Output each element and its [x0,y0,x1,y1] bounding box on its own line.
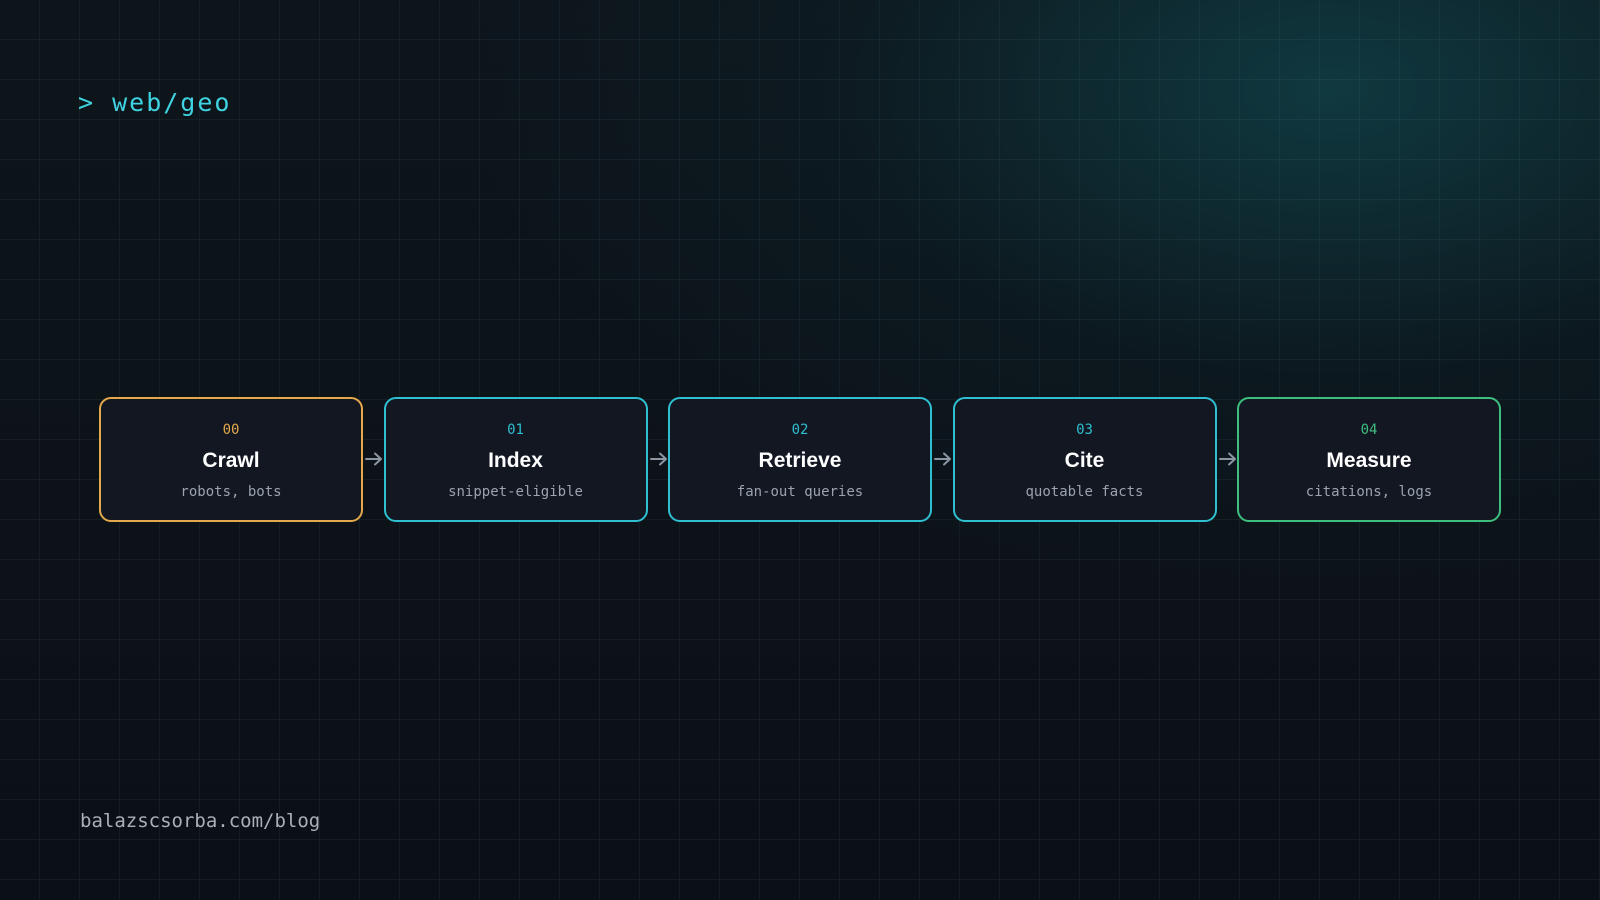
step-number: 00 [222,422,240,438]
step-title: Measure [1326,449,1412,472]
step-title: Crawl [202,449,260,472]
step-title: Index [488,449,543,472]
step-subtitle: citations, logs [1305,484,1433,500]
step-crawl: 00 Crawl robots, bots [99,397,363,522]
terminal-prompt: > web/geo [78,88,232,117]
step-subtitle: fan-out queries [736,484,864,500]
arrow-right-icon [649,452,667,466]
step-subtitle: robots, bots [180,484,282,500]
footer-url: balazscsorba.com/blog [80,810,321,832]
step-cite: 03 Cite quotable facts [952,397,1217,522]
step-title: Cite [1064,449,1105,472]
step-retrieve: 02 Retrieve fan-out queries [668,397,932,522]
step-number: 02 [791,422,809,438]
step-measure: 04 Measure citations, logs [1237,397,1501,522]
arrow-right-icon [934,452,951,466]
step-index: 01 Index snippet-eligible [383,397,648,522]
step-title: Retrieve [758,449,842,472]
step-number: 04 [1360,422,1378,438]
arrow-right-icon [1218,452,1236,466]
step-subtitle: snippet-eligible [448,484,583,500]
step-number: 01 [507,422,524,438]
step-number: 03 [1076,422,1093,438]
pipeline-diagram: 00 Crawl robots, bots 01 Index snippet-e… [99,397,1501,522]
step-subtitle: quotable facts [1025,484,1144,500]
arrow-right-icon [365,452,382,466]
